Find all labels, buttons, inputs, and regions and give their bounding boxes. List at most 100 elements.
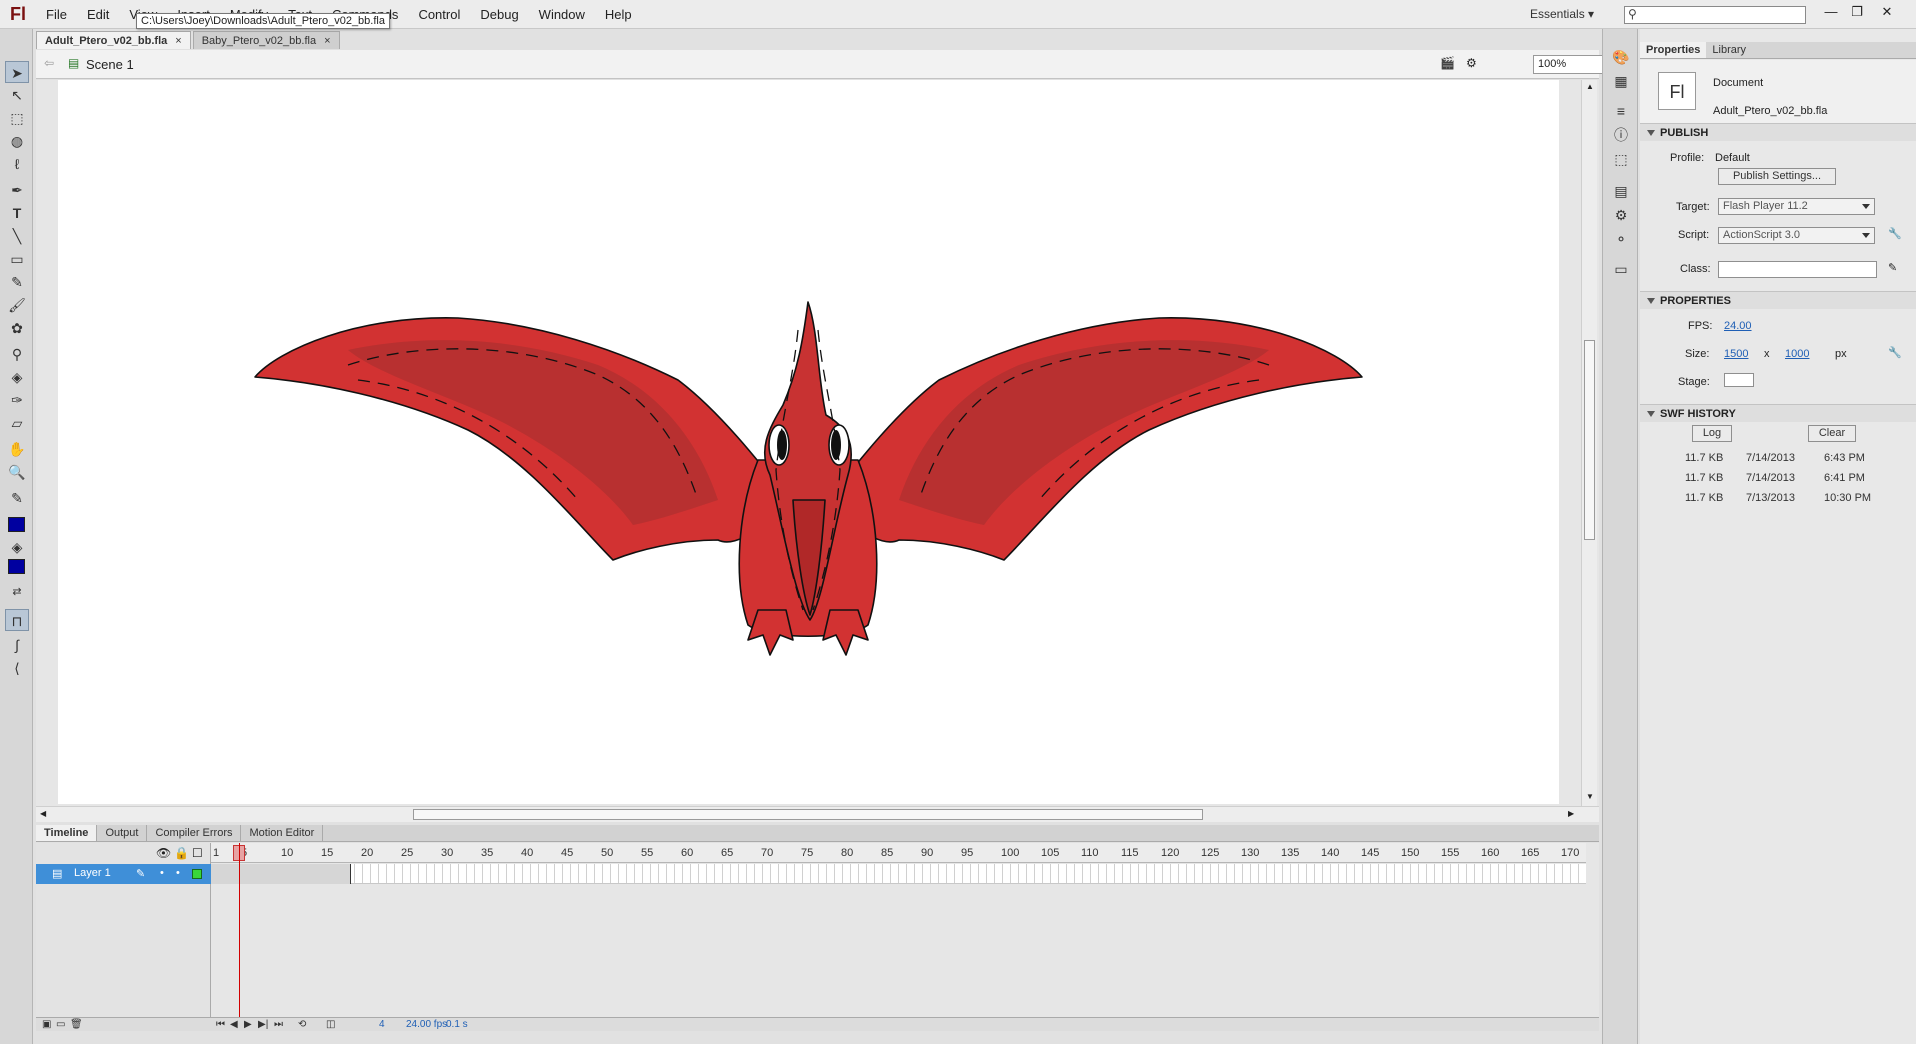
stage-horizontal-scrollbar[interactable]: ◀ ▶ [36,806,1599,822]
target-select[interactable]: Flash Player 11.2 [1718,198,1875,215]
stage[interactable] [58,80,1559,804]
smooth-icon[interactable]: ∫ [5,634,29,656]
restore-button[interactable]: ❐ [1844,2,1870,22]
frame-ruler[interactable]: 1510152025303540455055606570758085909510… [211,843,1586,863]
pen-tool-icon[interactable]: ✒ [5,179,29,201]
layer-row[interactable]: ▤ Layer 1 ✎ • • [36,864,211,884]
prev-frame-icon[interactable]: ◀ [230,1019,238,1030]
search-input[interactable]: ⚲ [1624,6,1806,24]
layer-name[interactable]: Layer 1 [74,867,111,879]
motion-presets-icon[interactable]: ⚬ [1611,229,1631,249]
loop-icon[interactable]: ⟲ [298,1019,306,1030]
snap-magnet-icon[interactable]: ⊓ [5,609,29,631]
wrench-icon[interactable]: 🔧 [1888,346,1902,359]
fill-color-swatch[interactable] [8,559,25,574]
current-frame[interactable]: 4 [379,1019,385,1030]
class-input[interactable] [1718,261,1877,278]
publish-section-header[interactable]: PUBLISH [1640,123,1916,141]
close-window-button[interactable]: ✕ [1874,2,1900,22]
components-icon[interactable]: ⚙ [1611,205,1631,225]
first-frame-icon[interactable]: ⏮ [216,1019,225,1030]
menu-control[interactable]: Control [408,0,470,29]
tab-compiler-errors[interactable]: Compiler Errors [147,825,242,841]
horizontal-scroll-thumb[interactable] [413,809,1203,820]
deco-tool-icon[interactable]: ✿ [5,317,29,339]
lock-dot[interactable]: • [176,867,180,879]
frame-grid[interactable] [211,864,1586,884]
text-tool-icon[interactable]: T [5,202,29,224]
menu-help[interactable]: Help [595,0,642,29]
visibility-dot[interactable]: • [160,867,164,879]
outline-icon[interactable]: ☐ [192,846,203,860]
tab-library[interactable]: Library [1706,42,1752,58]
hand-tool-icon[interactable]: ✋ [5,438,29,460]
log-button[interactable]: Log [1692,425,1732,442]
tab-motion-editor[interactable]: Motion Editor [241,825,324,841]
tab-baby-ptero[interactable]: Baby_Ptero_v02_bb.fla × [192,31,340,49]
width-value[interactable]: 1500 [1724,348,1748,360]
publish-settings-button[interactable]: Publish Settings... [1718,168,1836,185]
frame-rate[interactable]: 24.00 fps [406,1019,447,1030]
pterodactyl-artwork[interactable] [58,80,1559,804]
tab-adult-ptero[interactable]: Adult_Ptero_v02_bb.fla × [36,31,191,49]
scroll-up-icon[interactable]: ▲ [1586,82,1594,91]
stroke-color-swatch[interactable] [8,517,25,532]
zoom-tool-icon[interactable]: 🔍 [5,461,29,483]
layer-color-box[interactable] [192,869,202,879]
pencil-tool-icon[interactable]: ✎ [5,271,29,293]
transform-panel-icon[interactable]: ⬚ [1611,149,1631,169]
menu-file[interactable]: File [36,0,77,29]
eraser-tool-icon[interactable]: ▱ [5,412,29,434]
free-transform-tool-icon[interactable]: ⬚ [5,107,29,129]
stage-vertical-scrollbar[interactable]: ▲ ▼ [1581,80,1597,806]
code-snippets-icon[interactable]: ▤ [1611,181,1631,201]
wrench-icon[interactable]: 🔧 [1888,227,1902,240]
line-tool-icon[interactable]: ╲ [5,225,29,247]
properties-section-header[interactable]: PROPERTIES [1640,291,1916,309]
3d-rotation-tool-icon[interactable]: ◍ [5,130,29,152]
new-folder-icon[interactable]: ▭ [56,1019,65,1030]
delete-layer-icon[interactable]: 🗑 [70,1019,83,1030]
fps-value[interactable]: 24.00 [1724,320,1752,332]
scroll-left-icon[interactable]: ◀ [40,809,46,818]
bone-tool-icon[interactable]: ⚲ [5,343,29,365]
lock-icon[interactable]: 🔒 [174,846,189,860]
vertical-scroll-thumb[interactable] [1584,340,1595,540]
swf-history-section-header[interactable]: SWF HISTORY [1640,404,1916,422]
brush-tool-icon[interactable]: 🖌 [5,294,29,316]
onion-skin-icon[interactable]: ◫ [326,1019,335,1030]
script-select[interactable]: ActionScript 3.0 [1718,227,1875,244]
info-panel-icon[interactable]: ⓘ [1611,125,1631,145]
lasso-tool-icon[interactable]: ℓ [5,153,29,175]
workspace-switcher[interactable]: Essentials ▾ [1530,0,1594,29]
edit-pencil-icon[interactable]: ✎ [1888,261,1897,274]
tab-output[interactable]: Output [97,825,148,841]
selection-tool-icon[interactable]: ➤ [5,61,29,83]
last-frame-icon[interactable]: ⏭ [274,1019,283,1030]
new-layer-icon[interactable]: ▣ [42,1019,51,1030]
menu-debug[interactable]: Debug [470,0,528,29]
align-panel-icon[interactable]: ≡ [1611,101,1631,121]
subselection-tool-icon[interactable]: ↖ [5,84,29,106]
minimize-button[interactable]: — [1818,2,1844,22]
eye-icon[interactable]: 👁 [156,846,171,860]
tab-timeline[interactable]: Timeline [36,825,98,841]
keyframe-span[interactable] [211,864,351,884]
stage-color-swatch[interactable] [1724,373,1754,387]
edit-scene-icon[interactable]: 🎬 [1440,56,1455,70]
tab-properties[interactable]: Properties [1640,42,1707,58]
scroll-right-icon[interactable]: ▶ [1568,809,1574,818]
swap-colors-icon[interactable]: ⇄ [5,581,29,603]
close-icon[interactable]: × [175,35,181,47]
swatches-panel-icon[interactable]: ▦ [1611,71,1631,91]
edit-symbols-icon[interactable]: ⚙ [1466,56,1477,70]
paint-bucket-tool-icon[interactable]: ◈ [5,366,29,388]
play-icon[interactable]: ▶ [244,1019,252,1030]
back-arrow-icon[interactable]: ⇦ [44,56,54,70]
straighten-icon[interactable]: ⟨ [5,657,29,679]
eyedropper-tool-icon[interactable]: ✑ [5,389,29,411]
next-frame-icon[interactable]: ▶| [258,1019,268,1030]
scroll-down-icon[interactable]: ▼ [1586,792,1594,801]
clear-button[interactable]: Clear [1808,425,1856,442]
menu-edit[interactable]: Edit [77,0,119,29]
